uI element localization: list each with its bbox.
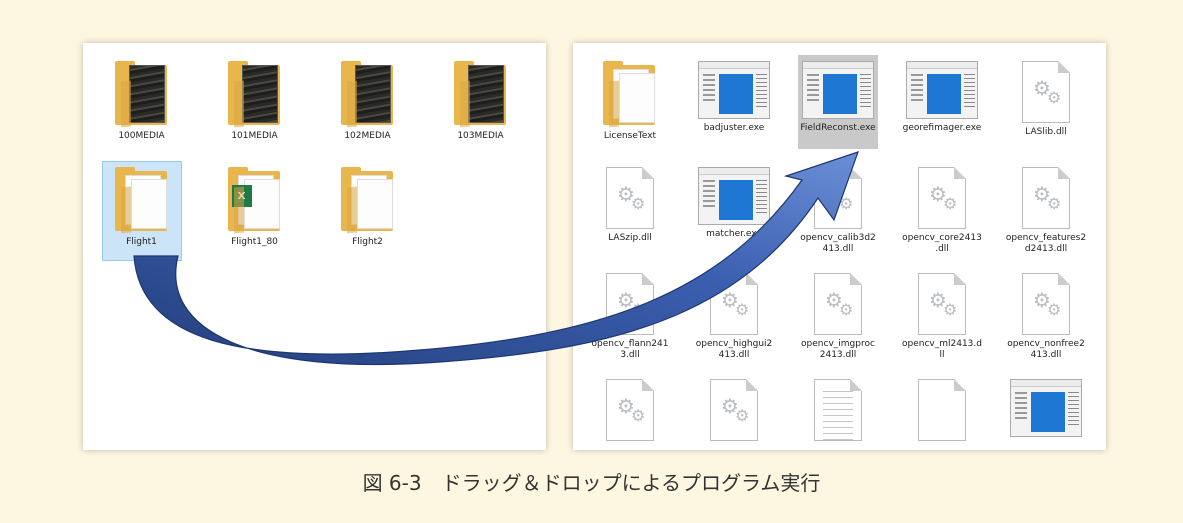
- application-window-icon: [906, 61, 978, 119]
- source-folder-window: 100MEDIA 101MEDIA 102MEDIA 103MEDIA Flight1 X…: [83, 43, 546, 450]
- file-item[interactable]: ⚙ ⚙ opencv_ml2413.d ll: [890, 273, 994, 361]
- file-name-label: opencv_features2 d2413.dll: [1005, 233, 1087, 254]
- gears-file-icon: ⚙ ⚙: [710, 379, 758, 441]
- file-name-label: Flight1: [126, 237, 157, 247]
- file-item[interactable]: ⚙ ⚙: [578, 379, 682, 445]
- gears-file-icon: ⚙ ⚙: [606, 379, 654, 441]
- text-file-icon: [814, 379, 862, 441]
- file-item[interactable]: georefimager.exe: [890, 61, 994, 134]
- file-item[interactable]: ⚙ ⚙ opencv_nonfree2 413.dll: [994, 273, 1098, 361]
- blank-file-icon: [918, 379, 966, 441]
- file-item[interactable]: 101MEDIA: [198, 61, 311, 142]
- folder-icon: [226, 61, 284, 128]
- file-item[interactable]: badjuster.exe: [682, 61, 786, 134]
- file-item[interactable]: ⚙ ⚙ LASlib.dll: [994, 61, 1098, 138]
- file-name-label: 103MEDIA: [457, 131, 504, 141]
- application-window-icon: [698, 167, 770, 225]
- file-item[interactable]: ⚙ ⚙ opencv_features2 d2413.dll: [994, 167, 1098, 255]
- file-name-label: opencv_imgproc 2413.dll: [801, 339, 875, 360]
- program-folder-window: LicenseText badjuster.exe FieldReconst.exe…: [573, 43, 1106, 450]
- gears-file-icon: ⚙ ⚙: [710, 273, 758, 335]
- file-name-label: LASzip.dll: [608, 233, 652, 243]
- file-item[interactable]: ⚙ ⚙: [682, 379, 786, 445]
- folder-icon: [452, 61, 510, 128]
- file-name-label: LASlib.dll: [1025, 127, 1067, 137]
- file-item[interactable]: 100MEDIA: [85, 61, 198, 142]
- file-item[interactable]: ⚙ ⚙ opencv_core2413 .dll: [890, 167, 994, 255]
- application-window-icon: [802, 61, 874, 119]
- file-name-label: opencv_highgui2 413.dll: [695, 339, 773, 360]
- file-name-label: opencv_calib3d2 413.dll: [800, 233, 876, 254]
- file-item[interactable]: 102MEDIA: [311, 61, 424, 142]
- file-item[interactable]: [890, 379, 994, 445]
- file-name-label: Flight2: [352, 237, 383, 247]
- file-name-label: opencv_ml2413.d ll: [902, 339, 982, 360]
- file-name-label: LicenseText: [603, 131, 657, 141]
- file-item[interactable]: Flight1: [85, 161, 198, 261]
- file-item[interactable]: Flight2: [311, 167, 424, 248]
- folder-icon: [113, 167, 171, 234]
- gears-file-icon: ⚙ ⚙: [606, 273, 654, 335]
- figure-caption: 図 6-3 ドラッグ＆ドロップによるプログラム実行: [362, 471, 821, 495]
- file-item[interactable]: ⚙ ⚙ opencv_highgui2 413.dll: [682, 273, 786, 361]
- file-item[interactable]: LicenseText: [578, 61, 682, 142]
- application-window-icon: [1010, 379, 1082, 437]
- file-item[interactable]: [786, 379, 890, 445]
- file-name-label: opencv_nonfree2 413.dll: [1007, 339, 1085, 360]
- file-item[interactable]: X Flight1_80: [198, 167, 311, 248]
- file-name-label: 100MEDIA: [118, 131, 165, 141]
- file-item[interactable]: [994, 379, 1098, 441]
- gears-file-icon: ⚙ ⚙: [814, 273, 862, 335]
- file-item[interactable]: ⚙ ⚙ opencv_flann241 3.dll: [578, 273, 682, 361]
- gears-file-icon: ⚙ ⚙: [1022, 273, 1070, 335]
- application-window-icon: [698, 61, 770, 119]
- file-name-label: matcher.exe: [706, 229, 762, 239]
- file-item[interactable]: FieldReconst.exe: [786, 55, 890, 149]
- excel-folder-icon: X: [226, 167, 284, 234]
- folder-icon: [339, 61, 397, 128]
- file-item[interactable]: ⚙ ⚙ opencv_calib3d2 413.dll: [786, 167, 890, 255]
- folder-icon: [113, 61, 171, 128]
- file-item[interactable]: matcher.exe: [682, 167, 786, 240]
- file-name-label: Flight1_80: [231, 237, 278, 247]
- folder-icon: [601, 61, 659, 128]
- gears-file-icon: ⚙ ⚙: [1022, 61, 1070, 123]
- folder-icon: [339, 167, 397, 234]
- file-name-label: badjuster.exe: [703, 123, 765, 133]
- gears-file-icon: ⚙ ⚙: [814, 167, 862, 229]
- gears-file-icon: ⚙ ⚙: [918, 273, 966, 335]
- gears-file-icon: ⚙ ⚙: [606, 167, 654, 229]
- file-name-label: opencv_flann241 3.dll: [591, 339, 669, 360]
- file-name-label: FieldReconst.exe: [800, 123, 876, 133]
- file-name-label: opencv_core2413 .dll: [902, 233, 982, 254]
- file-item[interactable]: 103MEDIA: [424, 61, 537, 142]
- file-name-label: 102MEDIA: [344, 131, 391, 141]
- file-item[interactable]: ⚙ ⚙ LASzip.dll: [578, 167, 682, 244]
- gears-file-icon: ⚙ ⚙: [918, 167, 966, 229]
- file-item[interactable]: ⚙ ⚙ opencv_imgproc 2413.dll: [786, 273, 890, 361]
- gears-file-icon: ⚙ ⚙: [1022, 167, 1070, 229]
- file-name-label: 101MEDIA: [231, 131, 278, 141]
- file-name-label: georefimager.exe: [902, 123, 982, 133]
